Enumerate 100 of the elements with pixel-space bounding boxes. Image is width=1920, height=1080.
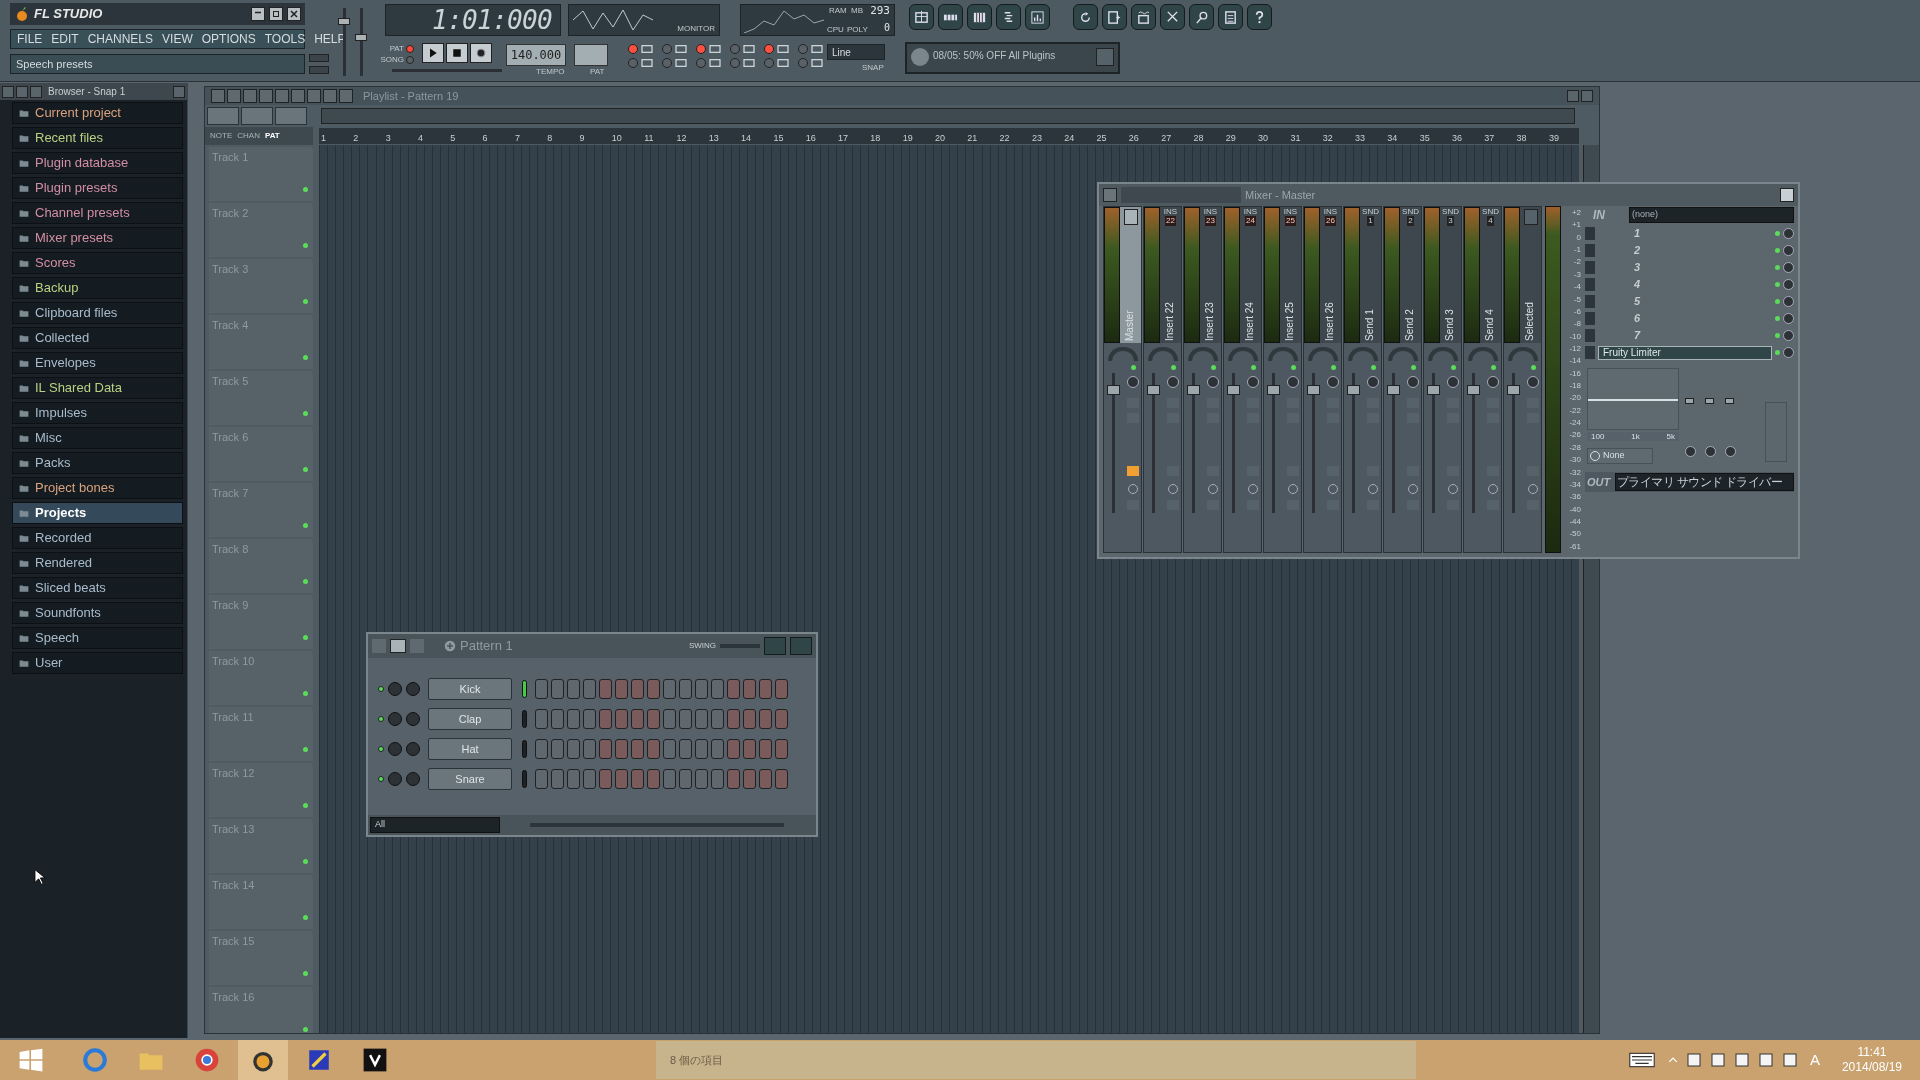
bar-number: 24 [1063,133,1075,143]
poly-value: 0 [883,22,890,34]
track-name: Send 4 [1482,309,1496,341]
track-name: Send 2 [1402,309,1416,341]
bar-number: 34 [1386,133,1398,143]
browser-item-label: Projects [35,505,87,521]
mode-label: PAT [388,44,404,54]
bar-number: 32 [1321,133,1333,143]
tempo-label: TEMPO [536,67,565,77]
browser-item-label: Collected [35,330,90,346]
browser-item-label: Rendered [35,555,93,571]
scale-label: -16 [1569,368,1581,378]
scale-label: -24 [1569,418,1581,428]
browser-item-label: Speech [35,630,80,646]
pattern-label: PAT [590,67,605,77]
bar-number: 23 [1030,133,1042,143]
browser-item-label: Clipboard files [35,305,118,321]
scale-label: -18 [1569,381,1581,391]
browser-item-label: User [35,655,63,671]
track-type-label: SND [1362,207,1379,216]
filter-value: All [375,818,385,832]
slot-label: 4 [1634,277,1641,293]
slot-label: 6 [1634,311,1641,327]
bar-number: 20 [933,133,945,143]
track-name: Insert 24 [1242,302,1256,341]
track-name: Send 1 [1362,309,1376,341]
track-number: 24 [1245,216,1256,226]
input-label: IN [1592,207,1606,224]
track-number: 23 [1205,216,1216,226]
browser-item-label: IL Shared Data [35,380,122,396]
scale-label: -26 [1569,430,1581,440]
scale-label: -4 [1573,282,1581,292]
track-number: 2 [1407,216,1414,226]
playlist-title: Playlist - Pattern 19 [363,88,459,104]
scale-label: 0 [1576,232,1581,242]
bar-number: 13 [707,133,719,143]
scale-label: +2 [1571,208,1581,217]
bar-number: 12 [675,133,687,143]
app-title: FL STUDIO [34,5,103,24]
bar-number: 30 [1257,133,1269,143]
bar-number: 4 [416,133,423,143]
browser-item-label: Channel presets [35,205,130,221]
bar-number: 3 [384,133,391,143]
bar-number: 14 [740,133,752,143]
bar-number: 26 [1127,133,1139,143]
status-text: 8 個の項目 [670,1052,724,1068]
eq-frequency-label: 1k [1631,432,1640,441]
track-name: Track 10 [212,654,255,669]
scale-label: +1 [1571,220,1581,230]
track-name: Insert 23 [1202,302,1216,341]
eq-frequency-label: 100 [1591,432,1605,441]
track-number: 3 [1447,216,1454,226]
snap-label: SNAP [862,63,884,73]
ram-value: 293 [870,5,890,17]
track-type-label: INS [1283,207,1298,216]
browser-item-label: Recorded [35,530,92,546]
track-name: Insert 25 [1282,302,1296,341]
browser-item-label: Impulses [35,405,88,421]
preset-value: None [1603,449,1625,463]
scale-label: -6 [1573,306,1581,316]
scale-label: -2 [1573,257,1581,267]
browser-item-label: Backup [35,280,79,296]
slot-label: 3 [1634,260,1641,276]
bar-number: 15 [772,133,784,143]
scale-label: -22 [1569,405,1581,415]
track-type-label: INS [1323,207,1338,216]
ram-label: RAM [829,6,847,16]
mixer-title: Mixer - Master [1245,187,1316,203]
track-number: 26 [1325,216,1336,226]
browser-item-label: Soundfonts [35,605,101,621]
scale-label: -5 [1573,294,1581,304]
bar-number: 36 [1450,133,1462,143]
track-number: 25 [1285,216,1296,226]
track-name: Track 3 [212,262,249,277]
bar-number: 17 [837,133,848,143]
track-number: 4 [1487,216,1494,226]
track-type-label: SND [1482,207,1499,216]
poly-label: POLY [847,25,868,35]
track-type-label: INS [1203,207,1218,216]
track-name: Track 12 [212,766,255,781]
slot-label: 2 [1634,243,1641,259]
slot-label: 5 [1634,294,1641,310]
scale-label: -12 [1569,343,1581,353]
track-name: Selected [1522,302,1536,341]
bar-number: 29 [1224,133,1236,143]
track-name: Track 4 [212,318,249,333]
hint-text: Speech presets [16,56,93,72]
browser-title: Browser - Snap 1 [48,85,126,99]
track-type-label: SND [1442,207,1459,216]
track-name: Track 1 [212,150,249,165]
track-name: Insert 26 [1322,302,1336,341]
output-label: OUT [1586,474,1612,490]
track-name: Insert 22 [1162,302,1176,341]
scale-label: -28 [1569,442,1581,452]
track-name: Track 15 [212,934,255,949]
mb-label: MB [851,6,863,16]
bar-number: 22 [998,133,1010,143]
bar-number: 19 [901,133,913,143]
scale-label: -32 [1569,467,1581,477]
scale-label: -61 [1569,541,1581,551]
